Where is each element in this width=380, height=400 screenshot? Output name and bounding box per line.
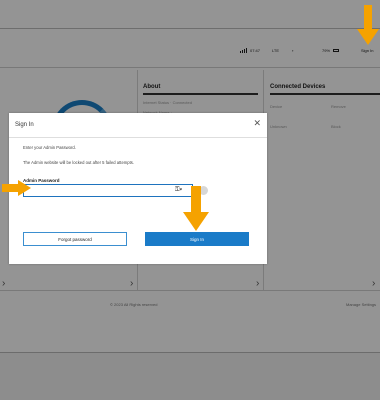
password-input[interactable]: [23, 184, 193, 197]
dialog-warning: The Admin website will be locked out aft…: [23, 160, 135, 165]
arrow-down-icon: [357, 5, 379, 45]
close-icon[interactable]: ✕: [253, 119, 261, 128]
arrow-down-icon: [183, 186, 209, 231]
sign-in-button[interactable]: Sign In: [145, 232, 249, 246]
key-icon: ⚿▾: [175, 187, 183, 193]
dialog-divider: [9, 137, 267, 138]
dialog-title: Sign In: [15, 122, 34, 128]
arrow-right-icon: [2, 180, 31, 196]
forgot-password-button[interactable]: Forgot password: [23, 232, 127, 246]
sign-in-dialog: Sign In ✕ Enter your Admin Password. The…: [9, 113, 267, 264]
dialog-prompt: Enter your Admin Password.: [23, 145, 76, 150]
